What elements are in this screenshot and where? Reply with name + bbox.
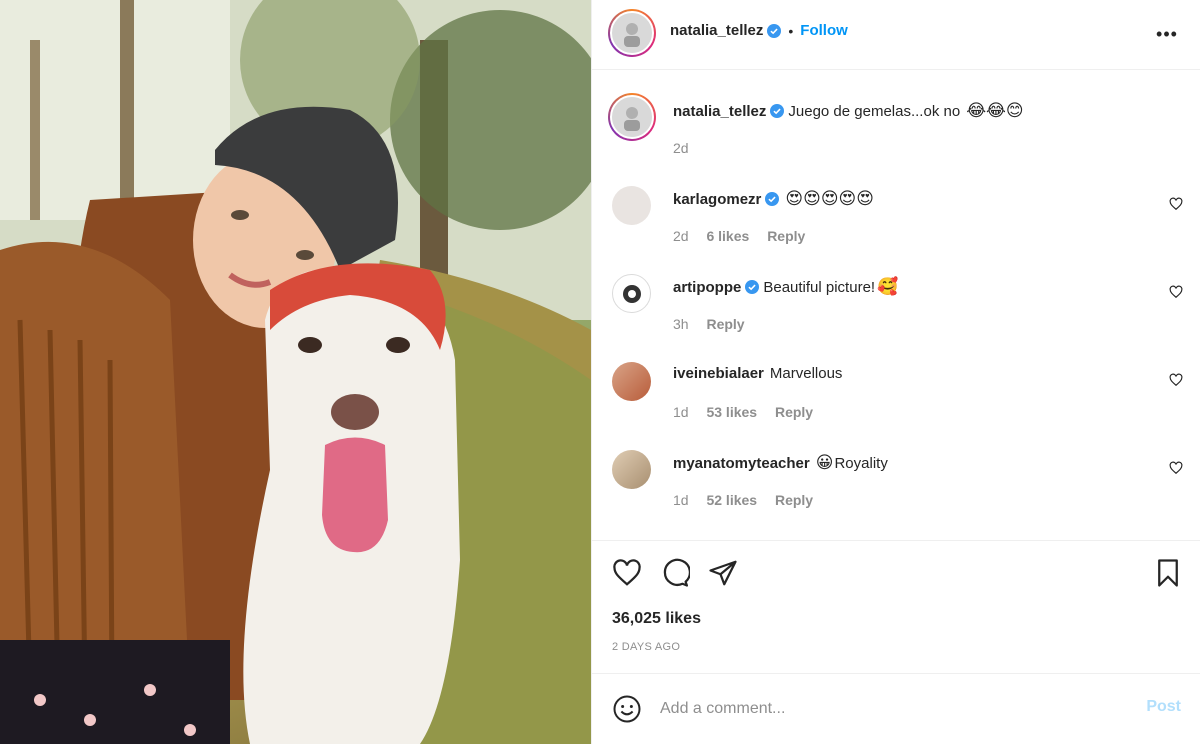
author-username[interactable]: natalia_tellez: [670, 22, 763, 39]
comment-username[interactable]: karlagomezr: [673, 191, 761, 208]
comment-text-line: myanatomyteacher 😀 Royality: [673, 453, 888, 473]
commenter-avatar[interactable]: [612, 274, 651, 313]
comment-reply-button[interactable]: Reply: [775, 404, 813, 420]
caption-text: Juego de gemelas...ok no: [788, 102, 961, 120]
post-header: natalia_tellez • Follow •••: [592, 0, 1200, 70]
avatar-image: [624, 107, 640, 131]
comment-meta: 1d 53 likes Reply: [673, 404, 813, 420]
comment-text: Beautiful picture!: [763, 278, 876, 296]
comment-text: Royality: [834, 454, 888, 472]
comment-text: Marvellous: [769, 365, 843, 382]
comment-username[interactable]: artipoppe: [673, 279, 741, 296]
caption-username[interactable]: natalia_tellez: [673, 103, 766, 120]
verified-badge-icon: [767, 23, 782, 38]
comment-input[interactable]: [660, 694, 1120, 724]
caption-avatar[interactable]: [608, 93, 656, 141]
comment-row: iveinebialaer Marvellous 1d 53 likes Rep…: [592, 360, 1200, 430]
likes-count[interactable]: 36,025 likes: [612, 610, 701, 628]
verified-badge-icon: [745, 280, 760, 294]
commenter-avatar[interactable]: [612, 186, 651, 225]
comment-like-heart-icon[interactable]: [1169, 285, 1183, 299]
comment-time: 2d: [673, 228, 689, 244]
follow-button[interactable]: Follow: [800, 22, 848, 39]
comment-emojis: 🥰: [877, 277, 899, 297]
post-time-ago[interactable]: 2 DAYS AGO: [612, 641, 680, 653]
heart-icon[interactable]: [612, 558, 642, 588]
paper-plane-icon[interactable]: [708, 558, 738, 588]
comment-emojis: 😍😍😍😍😍: [785, 189, 874, 209]
comment-likes[interactable]: 53 likes: [706, 404, 757, 420]
post-actions: 36,025 likes 2 DAYS AGO: [592, 540, 1200, 673]
comment-like-heart-icon[interactable]: [1169, 461, 1183, 475]
comment-time: 1d: [673, 404, 689, 420]
comment-time: 3h: [673, 316, 689, 332]
comment-meta: 3h Reply: [673, 316, 745, 332]
comment-username[interactable]: myanatomyteacher: [673, 455, 810, 472]
avatar-image: [624, 23, 640, 47]
comment-like-heart-icon[interactable]: [1169, 197, 1183, 211]
comment-meta: 2d 6 likes Reply: [673, 228, 805, 244]
caption-time: 2d: [673, 140, 689, 156]
comment-reply-button[interactable]: Reply: [775, 492, 813, 508]
comment-meta: 1d 52 likes Reply: [673, 492, 813, 508]
comment-row: karlagomezr 😍😍😍😍😍 2d 6 likes Reply: [592, 184, 1200, 254]
more-options-icon[interactable]: •••: [1155, 22, 1179, 46]
comment-emojis: 😀: [815, 453, 834, 473]
commenter-avatar[interactable]: [612, 362, 651, 401]
comment-text-line: karlagomezr 😍😍😍😍😍: [673, 189, 874, 209]
commenter-avatar[interactable]: [612, 450, 651, 489]
comment-likes[interactable]: 52 likes: [706, 492, 757, 508]
comment-likes[interactable]: 6 likes: [706, 228, 749, 244]
comment-time: 1d: [673, 492, 689, 508]
comment-row: artipoppe Beautiful picture! 🥰 3h Reply: [592, 272, 1200, 342]
comment-reply-button[interactable]: Reply: [706, 316, 744, 332]
author-avatar[interactable]: [608, 9, 656, 57]
comments-list[interactable]: natalia_tellez Juego de gemelas...ok no …: [592, 71, 1200, 539]
comment-like-heart-icon[interactable]: [1169, 373, 1183, 387]
comment-reply-button[interactable]: Reply: [767, 228, 805, 244]
caption-row: natalia_tellez Juego de gemelas...ok no …: [592, 93, 1200, 163]
comment-text-line: artipoppe Beautiful picture! 🥰: [673, 277, 898, 297]
post-comment-button[interactable]: Post: [1146, 698, 1181, 716]
comment-composer: Post: [592, 673, 1200, 744]
post-detail-panel: natalia_tellez • Follow ••• natalia_tell…: [591, 0, 1200, 744]
photo-illustration: [0, 0, 591, 744]
smiley-icon[interactable]: [612, 694, 642, 724]
comment-icon[interactable]: [660, 558, 690, 588]
separator-dot: •: [788, 22, 794, 39]
avatar-image: [623, 285, 641, 303]
verified-badge-icon: [765, 192, 780, 206]
comment-row: myanatomyteacher 😀 Royality 1d 52 likes …: [592, 448, 1200, 518]
caption-text-line: natalia_tellez Juego de gemelas...ok no …: [673, 101, 1024, 121]
verified-badge-icon: [770, 104, 785, 118]
caption-emojis: 😂😂😊: [966, 101, 1024, 121]
post-photo[interactable]: [0, 0, 591, 744]
header-user-line: natalia_tellez • Follow: [670, 22, 848, 39]
bookmark-icon[interactable]: [1153, 558, 1183, 588]
comment-text-line: iveinebialaer Marvellous: [673, 365, 842, 382]
comment-username[interactable]: iveinebialaer: [673, 365, 764, 382]
